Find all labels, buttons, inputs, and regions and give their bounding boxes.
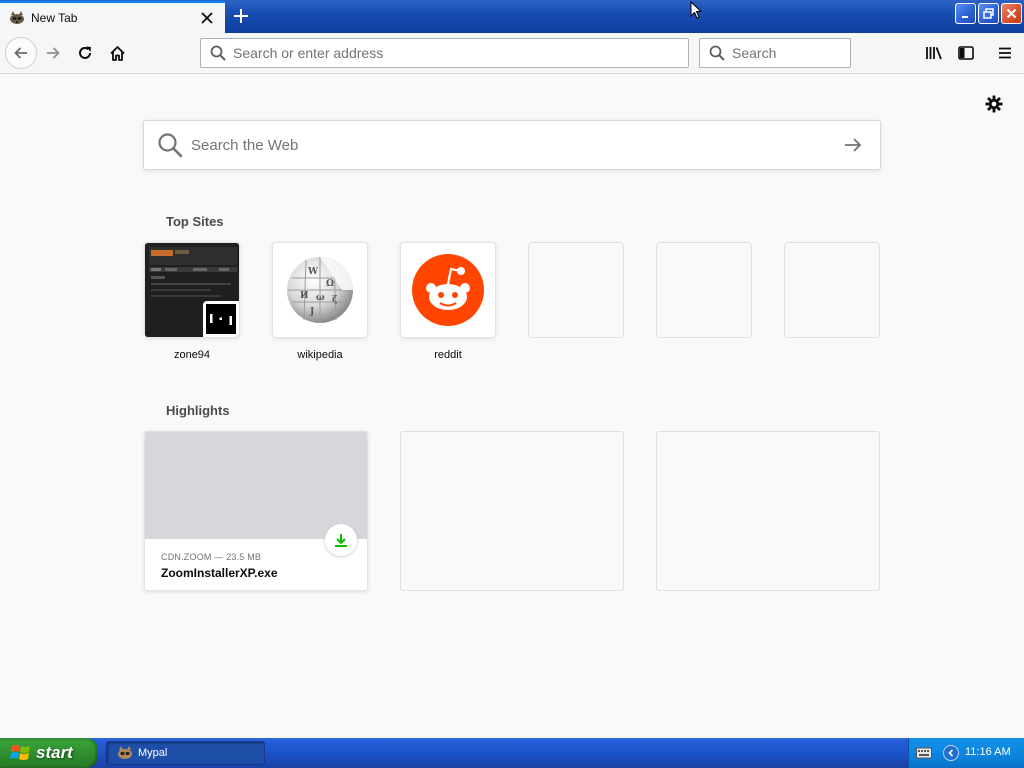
top-site-empty [528, 242, 624, 338]
svg-text:Ω: Ω [326, 279, 334, 289]
home-button[interactable] [102, 38, 132, 68]
highlights-heading: Highlights [166, 403, 230, 418]
address-bar[interactable]: Search or enter address [200, 38, 689, 68]
arrow-right-icon[interactable] [842, 134, 864, 156]
new-tab-page: Search the Web Top Sites zone94 W Ω И ω … [0, 75, 1024, 738]
svg-text:И: И [300, 291, 309, 301]
minimize-button[interactable] [955, 3, 976, 24]
address-bar-placeholder: Search or enter address [233, 45, 384, 61]
reload-button[interactable] [70, 38, 100, 68]
empty-tile [656, 242, 752, 338]
reload-icon [79, 46, 91, 59]
highlight-card[interactable]: CDN.ZOOM — 23.5 MB ZoomInstallerXP.exe [144, 431, 368, 591]
top-site-empty [656, 242, 752, 338]
top-site-reddit[interactable]: reddit [400, 242, 496, 361]
top-site-tile[interactable] [144, 242, 240, 338]
new-tab-button[interactable] [228, 4, 254, 28]
menu-button[interactable] [990, 38, 1020, 68]
download-badge [325, 524, 357, 556]
top-site-empty [784, 242, 880, 338]
start-button[interactable]: start [0, 738, 98, 768]
mouse-cursor-icon [690, 1, 702, 19]
svg-text:J: J [309, 307, 314, 317]
hamburger-menu-icon [999, 47, 1011, 59]
gear-icon [985, 95, 1003, 113]
navigation-toolbar: Search or enter address Search [0, 33, 1024, 74]
search-icon [157, 132, 183, 158]
wikipedia-globe-icon: WΩ И ω ζ J [287, 257, 353, 323]
taskbar-item-label: Mypal [138, 747, 168, 759]
minimize-icon [961, 15, 968, 18]
close-tab-icon[interactable] [195, 6, 219, 30]
highlight-title: ZoomInstallerXP.exe [161, 566, 278, 580]
title-bar: New Tab [0, 0, 1024, 33]
svg-text:W: W [307, 267, 319, 277]
customize-button[interactable] [984, 94, 1004, 114]
download-icon [335, 534, 347, 547]
empty-tile [528, 242, 624, 338]
back-button[interactable] [5, 37, 37, 69]
start-label: start [36, 743, 73, 762]
top-site-tile[interactable] [400, 242, 496, 338]
show-hidden-icons-button[interactable] [943, 745, 959, 761]
plus-icon [234, 9, 248, 23]
mypal-raccoon-icon [117, 745, 133, 761]
top-site-zone94[interactable]: zone94 [144, 242, 240, 361]
windows-logo-icon [10, 742, 32, 764]
mypal-raccoon-icon [9, 10, 25, 26]
search-bar-placeholder: Search [732, 45, 777, 61]
highlight-empty [656, 431, 880, 591]
top-sites-heading: Top Sites [166, 214, 224, 229]
empty-tile [784, 242, 880, 338]
search-bar[interactable]: Search [699, 38, 851, 68]
top-site-label: reddit [434, 349, 462, 361]
search-icon [210, 45, 226, 61]
top-site-tile[interactable]: WΩ Иωζ J [272, 242, 368, 338]
highlight-empty [400, 431, 624, 591]
keyboard-icon[interactable] [916, 747, 932, 759]
arrow-left-icon [14, 47, 27, 59]
tab-title: New Tab [31, 11, 78, 25]
close-icon [1006, 8, 1017, 19]
arrow-right-icon [47, 47, 60, 59]
system-tray: 11:16 AM [908, 738, 1024, 768]
top-site-wikipedia[interactable]: WΩ Иωζ J wikipedia [272, 242, 368, 361]
reddit-icon [412, 254, 484, 326]
web-search-placeholder: Search the Web [191, 136, 299, 154]
taskbar: start Mypal 11:16 AM [0, 738, 1024, 768]
tab-new-tab[interactable]: New Tab [0, 1, 225, 33]
home-icon [109, 45, 125, 61]
svg-text:ω: ω [316, 293, 325, 303]
pong-icon [203, 301, 239, 337]
search-icon [709, 45, 725, 61]
sidebar-icon [958, 46, 974, 60]
top-site-label: zone94 [173, 349, 211, 361]
library-icon [926, 47, 942, 60]
close-window-button[interactable] [1001, 3, 1022, 24]
clock[interactable]: 11:16 AM [965, 746, 1011, 758]
restore-icon [983, 8, 994, 19]
svg-text:ζ: ζ [332, 295, 337, 305]
library-button[interactable] [919, 38, 949, 68]
chevron-left-icon [948, 749, 954, 757]
highlight-preview [145, 432, 367, 539]
highlight-meta: CDN.ZOOM — 23.5 MB [161, 552, 262, 562]
taskbar-item-mypal[interactable]: Mypal [106, 741, 265, 765]
restore-button[interactable] [978, 3, 999, 24]
sidebar-button[interactable] [951, 38, 981, 68]
web-search-box[interactable]: Search the Web [143, 120, 881, 170]
top-site-label: wikipedia [297, 349, 343, 361]
forward-button[interactable] [38, 38, 68, 68]
